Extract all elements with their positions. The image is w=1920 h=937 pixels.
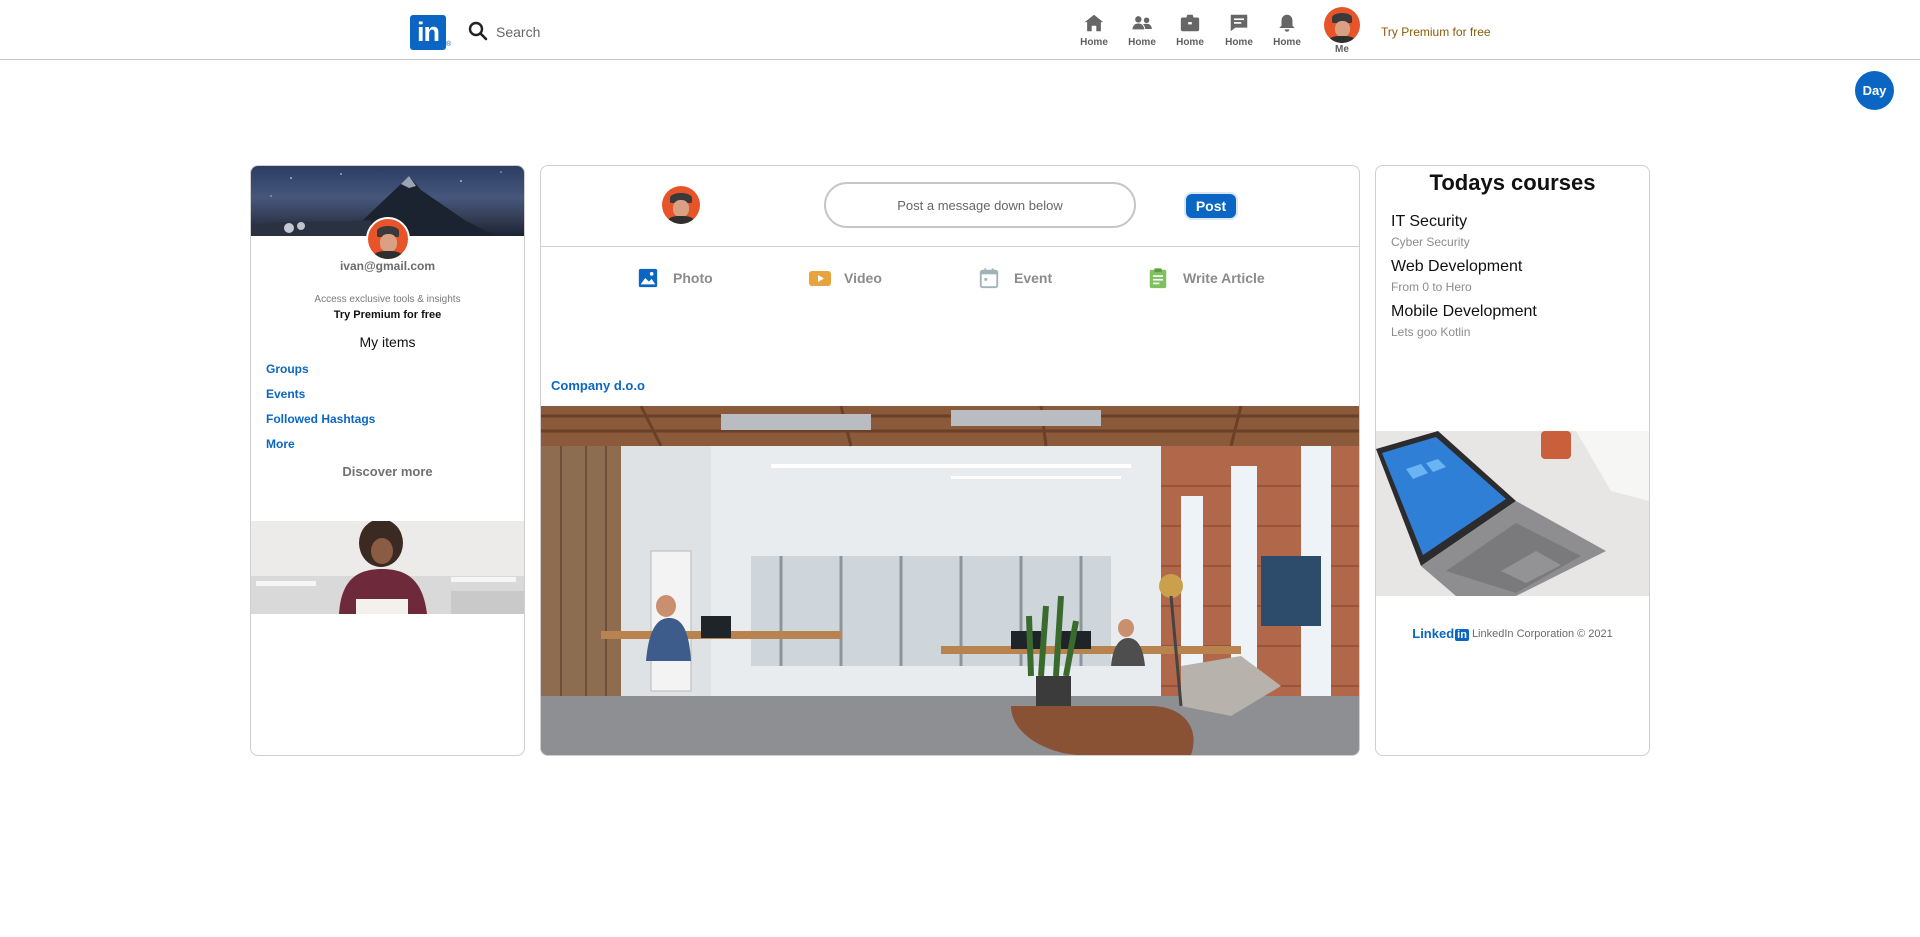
premium-pitch-text: Access exclusive tools & insights bbox=[314, 294, 461, 305]
footer-logo[interactable]: Linked in bbox=[1412, 626, 1469, 641]
avatar bbox=[1324, 7, 1360, 43]
messaging-icon bbox=[1230, 14, 1248, 32]
share-avatar[interactable] bbox=[662, 186, 700, 224]
photo-label: Photo bbox=[673, 270, 713, 286]
nav-label: Home bbox=[1273, 37, 1301, 48]
calendar-icon bbox=[979, 268, 999, 289]
nav-item-notifications[interactable]: Home bbox=[1265, 12, 1309, 52]
course-name[interactable]: Mobile Development bbox=[1391, 303, 1537, 321]
try-premium-link[interactable]: Try Premium for free bbox=[251, 309, 524, 321]
linkedin-logo[interactable]: in bbox=[410, 15, 446, 50]
post-button[interactable]: Post bbox=[1186, 194, 1236, 218]
nav-item-network[interactable]: Home bbox=[1120, 12, 1164, 52]
home-icon bbox=[1084, 14, 1104, 32]
profile-avatar[interactable] bbox=[366, 217, 410, 261]
nav-item-me[interactable]: Me bbox=[1322, 7, 1362, 55]
write-article-label: Write Article bbox=[1183, 270, 1265, 286]
video-label: Video bbox=[844, 270, 882, 286]
course-subtitle: From 0 to Hero bbox=[1391, 280, 1472, 294]
course-subtitle: Lets goo Kotlin bbox=[1391, 325, 1471, 339]
logo-trademark: ® bbox=[446, 41, 452, 48]
link-groups[interactable]: Groups bbox=[266, 362, 309, 376]
post-image[interactable] bbox=[541, 406, 1359, 755]
nav-item-home[interactable]: Home bbox=[1072, 12, 1116, 52]
post-company-name[interactable]: Company d.o.o bbox=[551, 378, 645, 393]
network-icon bbox=[1132, 16, 1152, 30]
discover-more-button[interactable]: Discover more bbox=[251, 464, 524, 479]
nav-label: Home bbox=[1176, 37, 1204, 48]
bell-icon bbox=[1279, 14, 1295, 32]
nav-label: Home bbox=[1128, 37, 1156, 48]
theme-toggle-button[interactable]: Day bbox=[1855, 71, 1894, 110]
course-name[interactable]: Web Development bbox=[1391, 258, 1522, 276]
courses-card: Todays courses IT Security Cyber Securit… bbox=[1375, 165, 1650, 756]
profile-card: ivan@gmail.com Access exclusive tools & … bbox=[250, 165, 525, 756]
course-image bbox=[1376, 431, 1649, 596]
post-message-input[interactable] bbox=[824, 182, 1136, 228]
article-icon bbox=[1149, 268, 1167, 289]
courses-title: Todays courses bbox=[1429, 170, 1596, 195]
top-navigation-bar: in ® Home Home Home bbox=[0, 0, 1920, 60]
event-label: Event bbox=[1014, 270, 1053, 286]
nav-label: Home bbox=[1225, 37, 1253, 48]
course-subtitle: Cyber Security bbox=[1391, 235, 1470, 249]
search-icon[interactable] bbox=[467, 20, 489, 42]
nav-label: Home bbox=[1080, 37, 1108, 48]
promo-image bbox=[251, 521, 524, 614]
divider bbox=[541, 246, 1359, 247]
my-items-heading: My items bbox=[359, 334, 416, 350]
profile-email: ivan@gmail.com bbox=[339, 259, 436, 273]
link-followed-hashtags[interactable]: Followed Hashtags bbox=[266, 412, 375, 426]
link-events[interactable]: Events bbox=[266, 387, 305, 401]
video-icon bbox=[809, 271, 831, 286]
me-label: Me bbox=[1335, 44, 1349, 55]
footer-copyright: LinkedIn Corporation © 2021 bbox=[1471, 627, 1613, 640]
try-premium-link[interactable]: Try Premium for free bbox=[1381, 25, 1491, 39]
feed-card: Post Photo Video Event bbox=[540, 165, 1360, 756]
course-name[interactable]: IT Security bbox=[1391, 213, 1467, 231]
photo-icon bbox=[638, 268, 658, 288]
footer: Linked in LinkedIn Corporation © 2021 bbox=[1376, 626, 1649, 641]
nav-item-messaging[interactable]: Home bbox=[1217, 12, 1261, 52]
nav-item-jobs[interactable]: Home bbox=[1168, 12, 1212, 52]
briefcase-icon bbox=[1180, 14, 1200, 32]
search-input[interactable] bbox=[496, 20, 796, 44]
link-more[interactable]: More bbox=[266, 437, 295, 451]
